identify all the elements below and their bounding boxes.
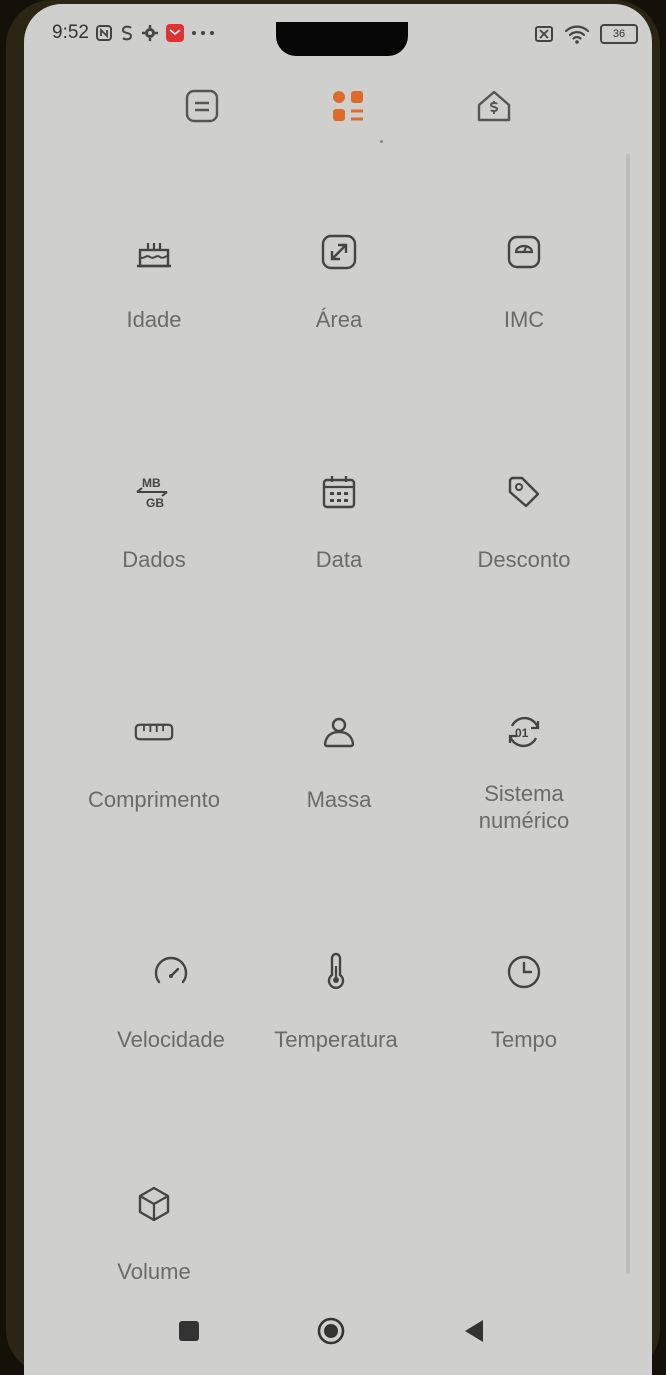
- tool-comprimento[interactable]: Comprimento: [69, 682, 239, 832]
- tool-data[interactable]: Data: [254, 442, 424, 592]
- thermometer-icon: [316, 952, 356, 992]
- tool-dados[interactable]: MB GB Dados: [69, 442, 239, 592]
- tool-volume[interactable]: Volume: [69, 1154, 239, 1304]
- cake-icon: [134, 232, 174, 272]
- tool-label: Velocidade: [117, 1027, 225, 1052]
- clock-icon: [504, 952, 544, 992]
- recents-button[interactable]: [169, 1313, 209, 1353]
- calendar-icon: [319, 472, 359, 512]
- tool-label: Área: [315, 307, 363, 332]
- scrollbar[interactable]: [626, 154, 630, 1274]
- tool-label: Comprimento: [87, 787, 221, 812]
- back-button[interactable]: [454, 1313, 494, 1353]
- tool-label: Volume: [117, 1259, 191, 1284]
- tool-label: Idade: [126, 307, 182, 332]
- ruler-icon: [134, 712, 174, 752]
- screen: 9:52 36 Idade Área IMC MB GB Dados Data …: [24, 4, 652, 1375]
- tool-tempo[interactable]: Tempo: [439, 922, 609, 1072]
- phone-frame: 9:52 36 Idade Área IMC MB GB Dados Data …: [6, 0, 660, 1375]
- tool-massa[interactable]: Massa: [254, 682, 424, 832]
- tool-imc[interactable]: IMC: [439, 202, 609, 352]
- number-system-icon: 01: [504, 712, 544, 752]
- system-navigation-bar: [24, 1295, 652, 1375]
- svg-text:MB: MB: [142, 476, 161, 490]
- tool-label: Dados: [122, 547, 186, 572]
- svg-text:GB: GB: [146, 496, 164, 510]
- square-icon: [176, 1318, 202, 1349]
- data-mb-gb-icon: MB GB: [134, 472, 174, 512]
- tool-label: Sistema numérico: [478, 781, 570, 833]
- svg-text:01: 01: [515, 726, 529, 740]
- tool-label: Data: [315, 547, 363, 572]
- weight-icon: [319, 712, 359, 752]
- tool-label: IMC: [503, 307, 545, 332]
- tool-temperatura[interactable]: Temperatura: [251, 922, 421, 1072]
- tool-desconto[interactable]: Desconto: [439, 442, 609, 592]
- tag-icon: [504, 472, 544, 512]
- home-button[interactable]: [311, 1313, 351, 1353]
- tool-sistema-numerico[interactable]: 01 Sistema numérico: [439, 682, 609, 833]
- speedometer-icon: [151, 952, 191, 992]
- tool-label: Temperatura: [274, 1027, 398, 1052]
- tool-idade[interactable]: Idade: [69, 202, 239, 352]
- tools-grid: Idade Área IMC MB GB Dados Data Desconto…: [24, 4, 652, 1375]
- cube-icon: [134, 1184, 174, 1224]
- scale-icon: [504, 232, 544, 272]
- back-triangle-icon: [461, 1317, 487, 1350]
- tool-area[interactable]: Área: [254, 202, 424, 352]
- resize-icon: [319, 232, 359, 272]
- tool-velocidade[interactable]: Velocidade: [86, 922, 256, 1072]
- tool-label: Massa: [306, 787, 372, 812]
- tool-label: Tempo: [490, 1027, 558, 1052]
- circle-icon: [316, 1316, 346, 1351]
- tool-label: Desconto: [477, 547, 571, 572]
